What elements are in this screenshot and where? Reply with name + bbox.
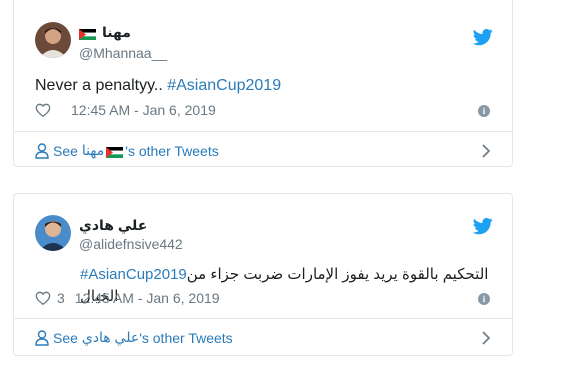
heart-icon[interactable]: [35, 102, 51, 118]
person-icon: [35, 329, 49, 346]
divider: [14, 318, 512, 319]
tweet-card: مهنا @Mhannaa__ Never a penaltyy.. #Asia…: [13, 0, 513, 167]
avatar[interactable]: [35, 22, 71, 58]
see-suffix: 's other Tweets: [125, 142, 219, 159]
chevron-right-icon[interactable]: [480, 144, 492, 158]
see-author-name: مهنا: [81, 142, 105, 158]
tweet-card: علي هادي @alidefnsive442 #AsianCup2019 ا…: [13, 193, 513, 356]
info-icon[interactable]: i: [478, 105, 490, 117]
chevron-right-icon[interactable]: [480, 331, 492, 345]
see-suffix: 's other Tweets: [139, 329, 233, 346]
twitter-bird-icon[interactable]: [473, 27, 493, 47]
hashtag-link[interactable]: #AsianCup2019: [167, 77, 281, 94]
tweet-meta: 3 12:45 AM - Jan 6, 2019: [35, 290, 220, 306]
tweet-timestamp[interactable]: 12:45 AM - Jan 6, 2019: [71, 102, 216, 118]
tweet-timestamp[interactable]: 12:45 AM - Jan 6, 2019: [75, 290, 220, 306]
palestine-flag-icon: [79, 27, 96, 40]
avatar[interactable]: [35, 215, 71, 251]
palestine-flag-icon: [106, 145, 124, 158]
see-other-tweets-link[interactable]: See علي هادي 's other Tweets: [35, 329, 233, 346]
author-name-row[interactable]: مهنا: [79, 24, 131, 41]
tweet-text: Never a penaltyy.. #AsianCup2019: [35, 75, 281, 97]
see-other-tweets-link[interactable]: See مهنا 's other Tweets: [35, 142, 219, 159]
author-display-name: علي هادي: [79, 217, 148, 233]
like-count: 3: [57, 290, 65, 306]
see-prefix: See: [53, 329, 82, 346]
tweet-text-body: Never a penaltyy..: [35, 77, 168, 94]
twitter-bird-icon[interactable]: [473, 216, 493, 236]
heart-icon[interactable]: [35, 290, 51, 306]
author-name-row[interactable]: علي هادي: [79, 217, 147, 234]
author-display-name: مهنا: [102, 24, 131, 40]
hashtag-link[interactable]: #AsianCup2019: [80, 266, 187, 283]
author-handle[interactable]: @alidefnsive442: [79, 236, 183, 252]
see-prefix: See: [53, 142, 82, 159]
tweet-meta: 12:45 AM - Jan 6, 2019: [35, 102, 216, 118]
author-handle[interactable]: @Mhannaa__: [79, 45, 167, 61]
info-icon[interactable]: i: [478, 293, 490, 305]
divider: [14, 131, 512, 132]
person-icon: [35, 142, 49, 159]
see-author-name: علي هادي: [81, 329, 140, 345]
